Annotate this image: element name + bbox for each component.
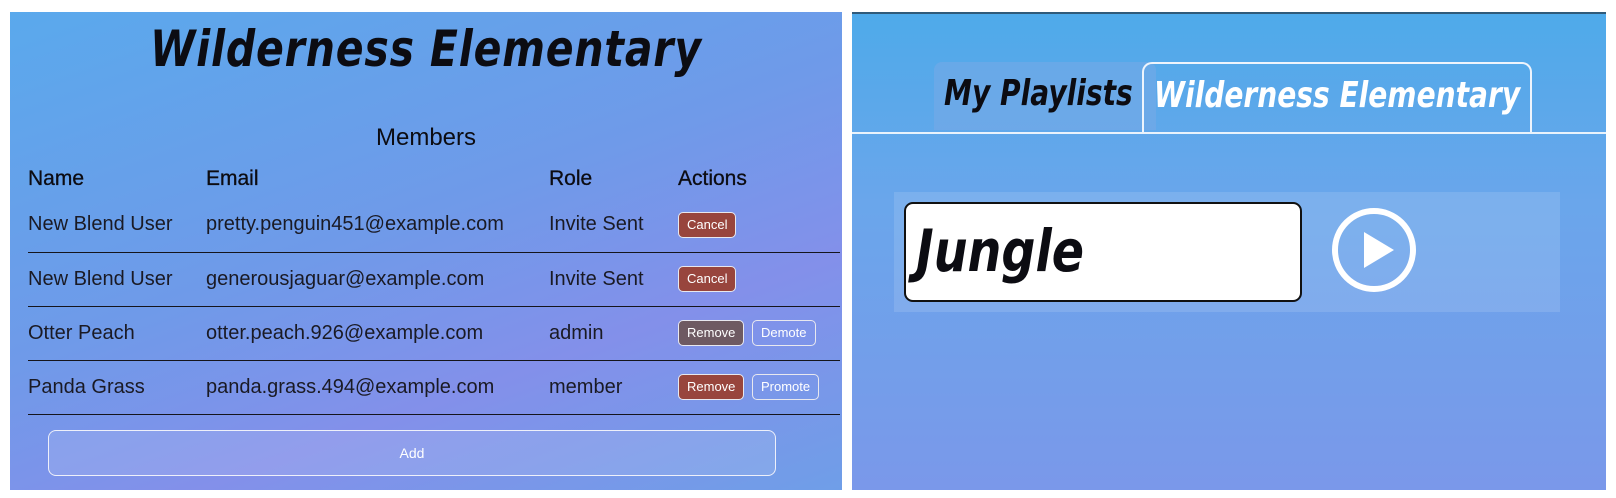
remove-member-button[interactable]: Remove — [678, 374, 745, 400]
table-row: New Blend User generousjaguar@example.co… — [28, 252, 840, 307]
member-actions: Cancel — [678, 198, 840, 253]
table-row: Otter Peach otter.peach.926@example.com … — [28, 306, 840, 361]
member-name: New Blend User — [28, 198, 206, 253]
play-triangle-icon — [1364, 232, 1394, 268]
playlist-card: Jungle Jargon — [894, 192, 1560, 312]
member-role: Invite Sent — [549, 252, 678, 307]
member-name: Otter Peach — [28, 306, 206, 361]
member-name: New Blend User — [28, 252, 206, 307]
remove-member-button[interactable]: Remove — [678, 320, 745, 346]
member-name: Panda Grass — [28, 360, 206, 415]
tab-label: My Playlists — [944, 73, 1133, 114]
promote-member-button[interactable]: Promote — [751, 374, 820, 400]
table-header-row: Name Email Role Actions — [28, 160, 840, 198]
column-header-actions: Actions — [678, 167, 747, 190]
table-row: New Blend User pretty.penguin451@example… — [28, 198, 840, 253]
member-email: generousjaguar@example.com — [206, 252, 549, 307]
demote-member-button[interactable]: Demote — [751, 320, 816, 346]
column-header-name: Name — [28, 167, 85, 190]
member-actions: Remove Demote — [678, 306, 840, 361]
add-member-button[interactable]: Add — [48, 430, 776, 476]
playlists-panel: My Playlists Wilderness Elementary Jungl… — [852, 12, 1606, 490]
member-role: Invite Sent — [549, 198, 678, 253]
tab-bar-divider — [852, 132, 1606, 134]
table-row: Panda Grass panda.grass.494@example.com … — [28, 360, 840, 415]
group-title: Wilderness Elementary — [150, 20, 702, 78]
member-actions: Cancel — [678, 252, 840, 307]
tab-my-playlists[interactable]: My Playlists — [934, 62, 1156, 130]
column-header-role: Role — [549, 167, 593, 190]
member-email: otter.peach.926@example.com — [206, 306, 549, 361]
cancel-invite-button[interactable]: Cancel — [678, 266, 737, 292]
group-members-panel: Wilderness Elementary Members Name Email… — [10, 12, 842, 490]
tab-label: Wilderness Elementary — [1154, 75, 1521, 116]
playlist-title-box[interactable]: Jungle Jargon — [904, 202, 1302, 302]
cancel-invite-button[interactable]: Cancel — [678, 211, 737, 238]
member-actions: Remove Promote — [678, 360, 840, 415]
play-circle-icon[interactable] — [1332, 208, 1416, 292]
tab-wilderness-elementary[interactable]: Wilderness Elementary — [1142, 62, 1532, 132]
members-table: Name Email Role Actions New Blend User p… — [28, 160, 840, 415]
member-email: panda.grass.494@example.com — [206, 360, 549, 415]
member-role: member — [549, 360, 678, 415]
member-role: admin — [549, 306, 678, 361]
member-email: pretty.penguin451@example.com — [206, 198, 549, 253]
top-divider — [852, 12, 1606, 14]
members-heading: Members — [375, 124, 477, 151]
column-header-email: Email — [206, 167, 259, 190]
playlist-title: Jungle Jargon — [916, 217, 1085, 285]
